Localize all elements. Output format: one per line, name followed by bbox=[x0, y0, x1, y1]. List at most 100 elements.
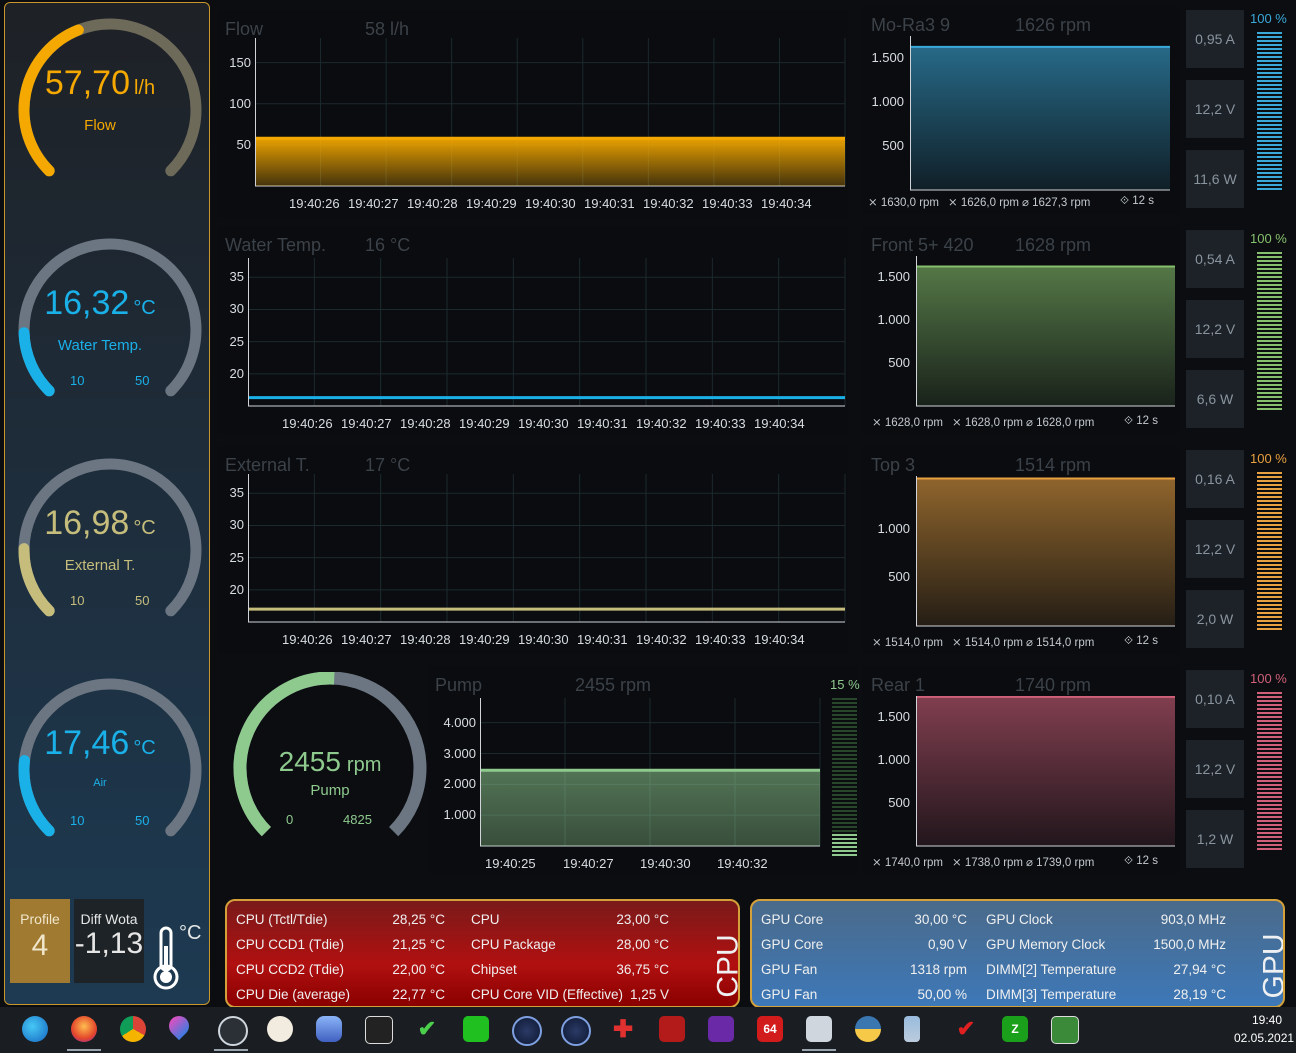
level-segment bbox=[1257, 268, 1282, 270]
flow-chart-xtick: 19:40:28 bbox=[407, 196, 458, 211]
level-segment bbox=[1257, 820, 1282, 822]
msi-icon[interactable]: ✔ bbox=[953, 1016, 979, 1042]
pump-unit: rpm bbox=[346, 754, 382, 776]
air-temp-gauge bbox=[10, 672, 210, 862]
bottle-icon[interactable] bbox=[904, 1016, 920, 1042]
level-segment bbox=[1257, 364, 1282, 366]
pump-chart-ytick: 1.000 bbox=[443, 807, 476, 823]
level-segment bbox=[1257, 788, 1282, 790]
level-segment bbox=[1257, 764, 1282, 766]
abacus-icon[interactable] bbox=[365, 1016, 393, 1044]
rear-fan-ytick: 1.000 bbox=[877, 752, 910, 768]
level-segment bbox=[1257, 160, 1282, 162]
clock-time[interactable]: 19:40 bbox=[1240, 1013, 1294, 1027]
chip-icon[interactable] bbox=[708, 1016, 734, 1042]
clock-date[interactable]: 02.05.2021 bbox=[1234, 1031, 1294, 1045]
water-temp-chart-ytick: 25 bbox=[229, 333, 244, 349]
pump-chart-title: Pump bbox=[435, 675, 483, 695]
level-segment bbox=[1257, 724, 1282, 726]
level-segment bbox=[1257, 380, 1282, 382]
mora-fan-plot bbox=[910, 36, 1170, 191]
rear-fan-area bbox=[917, 696, 1175, 846]
level-segment bbox=[832, 806, 857, 808]
diff-unit: °C bbox=[179, 922, 202, 944]
checkmark-icon[interactable]: ✔ bbox=[414, 1016, 440, 1042]
water-temp-label: Water Temp. bbox=[57, 337, 143, 354]
level-segment bbox=[832, 710, 857, 712]
water-temp-chart-ytick: 30 bbox=[229, 301, 244, 317]
level-segment bbox=[1257, 540, 1282, 542]
cross-icon[interactable]: ✚ bbox=[610, 1016, 636, 1043]
level-segment bbox=[1257, 488, 1282, 490]
mora-fan-level-bar bbox=[1257, 32, 1283, 194]
gpu-right-value: 27,94 °C bbox=[1173, 962, 1226, 977]
level-segment bbox=[1257, 332, 1282, 334]
gpu-right-value: 903,0 MHz bbox=[1160, 912, 1226, 927]
front-fan-stat: ⌀ 1628,0 rpm bbox=[1026, 417, 1095, 429]
aida64-icon[interactable]: 64 bbox=[757, 1016, 783, 1042]
front-fan-title: Front 5+ 420 bbox=[871, 235, 974, 255]
profile-tile[interactable]: Profile 4 bbox=[10, 899, 70, 983]
aquasuite-icon[interactable] bbox=[806, 1016, 832, 1042]
mora-fan-ytick: 500 bbox=[882, 138, 904, 153]
rear-fan-percent: 100 % bbox=[1250, 671, 1287, 686]
water-temp-chart-xtick: 19:40:29 bbox=[459, 416, 510, 431]
compass-icon[interactable] bbox=[267, 1016, 293, 1042]
level-segment bbox=[1257, 340, 1282, 342]
level-segment bbox=[832, 702, 857, 704]
level-segment bbox=[1257, 624, 1282, 626]
flow-chart-current: 58 l/h bbox=[365, 19, 410, 39]
profile-label: Profile bbox=[20, 911, 60, 927]
level-segment bbox=[1257, 588, 1282, 590]
rear-fan-level-bar bbox=[1257, 692, 1283, 854]
lock-icon[interactable] bbox=[218, 1016, 248, 1046]
level-segment bbox=[1257, 752, 1282, 754]
external-temp-chart-current: 17 °C bbox=[365, 455, 411, 475]
python-icon[interactable] bbox=[855, 1016, 881, 1042]
level-segment bbox=[1257, 132, 1282, 134]
level-segment bbox=[1257, 748, 1282, 750]
level-segment bbox=[1257, 712, 1282, 714]
level-segment bbox=[832, 718, 857, 720]
level-segment bbox=[1257, 68, 1282, 70]
level-segment bbox=[1257, 36, 1282, 38]
firefox-icon[interactable] bbox=[71, 1016, 97, 1042]
level-segment bbox=[1257, 616, 1282, 618]
gpu-left-value: 50,00 % bbox=[917, 987, 967, 1002]
flow-chart-xtick: 19:40:33 bbox=[702, 196, 753, 211]
level-segment bbox=[1257, 64, 1282, 66]
water-temp-chart-ytick: 35 bbox=[229, 269, 244, 285]
flow-value-number: 57,70 bbox=[44, 64, 130, 102]
external-temp-chart-plot bbox=[248, 474, 846, 623]
calc-icon[interactable] bbox=[463, 1016, 489, 1042]
external-temp-chart-ytick: 30 bbox=[229, 517, 244, 533]
level-segment bbox=[832, 762, 857, 764]
gpu-card-icon[interactable] bbox=[1051, 1016, 1079, 1044]
level-segment bbox=[832, 802, 857, 804]
level-segment bbox=[1257, 816, 1282, 818]
flow-chart-area bbox=[256, 138, 845, 186]
cinema-icon[interactable] bbox=[512, 1016, 542, 1046]
level-segment bbox=[1257, 60, 1282, 62]
cpu-right-label: CPU bbox=[471, 912, 500, 927]
edge-icon[interactable] bbox=[22, 1016, 48, 1042]
flow-chart-ytick: 100 bbox=[229, 95, 251, 111]
amd-icon[interactable] bbox=[659, 1016, 685, 1042]
cinema2-icon[interactable] bbox=[561, 1016, 591, 1046]
z-icon[interactable]: Z bbox=[1002, 1016, 1028, 1042]
external-temp-value: 16,98 °C bbox=[0, 506, 200, 545]
level-segment bbox=[832, 846, 857, 848]
water-temp-chart-xtick: 19:40:30 bbox=[518, 416, 569, 431]
rear-fan-title: Rear 1 bbox=[871, 675, 926, 695]
air-temp-gauge-fill bbox=[18, 755, 55, 837]
level-segment bbox=[832, 774, 857, 776]
front-fan-area bbox=[917, 266, 1175, 406]
chrome-icon[interactable] bbox=[120, 1016, 146, 1042]
cloud-icon[interactable] bbox=[316, 1016, 342, 1042]
top-fan-stat: ⨯ 1514,0 rpm bbox=[952, 637, 1024, 649]
level-segment bbox=[1257, 32, 1282, 34]
level-segment bbox=[1257, 40, 1282, 42]
pump-chart-xtick: 19:40:32 bbox=[717, 856, 768, 871]
front-fan-ytick: 500 bbox=[888, 355, 910, 371]
level-segment bbox=[1257, 156, 1282, 158]
